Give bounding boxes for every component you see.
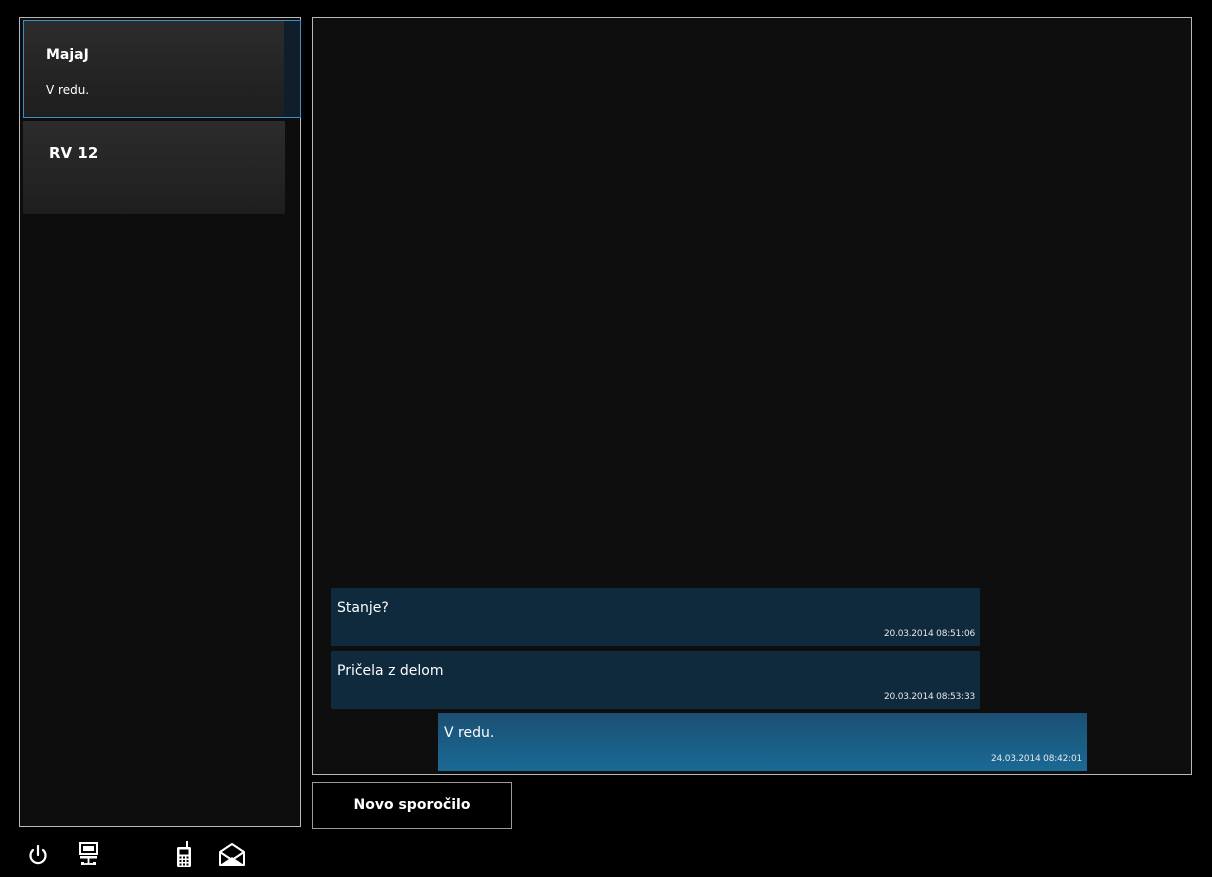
message-bubble-outgoing: V redu. 24.03.2014 08:42:01 bbox=[438, 713, 1087, 771]
message-text: Stanje? bbox=[337, 600, 389, 616]
conversation-item-background bbox=[24, 21, 286, 117]
message-timestamp: 20.03.2014 08:51:06 bbox=[883, 629, 975, 639]
conversation-name: RV 12 bbox=[49, 144, 99, 162]
conversation-item-rv12[interactable]: RV 12 bbox=[23, 121, 301, 214]
message-timestamp: 24.03.2014 08:42:01 bbox=[990, 754, 1082, 764]
power-icon[interactable] bbox=[25, 840, 51, 868]
conversation-name: MajaJ bbox=[46, 47, 89, 63]
conversation-list: MajaJ V redu. RV 12 bbox=[19, 17, 301, 827]
message-bubble: Stanje? 20.03.2014 08:51:06 bbox=[331, 588, 980, 646]
radio-device-icon[interactable] bbox=[172, 840, 198, 868]
conversation-item-majaj[interactable]: MajaJ V redu. bbox=[23, 20, 301, 118]
network-icon[interactable] bbox=[76, 840, 102, 868]
mail-icon[interactable] bbox=[217, 840, 247, 868]
message-thread[interactable]: Stanje? 20.03.2014 08:51:06 Pričela z de… bbox=[312, 17, 1192, 775]
message-text: V redu. bbox=[444, 725, 495, 741]
message-text: Pričela z delom bbox=[337, 663, 444, 679]
message-bubble: Pričela z delom 20.03.2014 08:53:33 bbox=[331, 651, 980, 709]
conversation-scroll-strip bbox=[284, 21, 300, 117]
app-window: MajaJ V redu. RV 12 Stanje? 20.03.2014 0… bbox=[0, 0, 1212, 877]
conversation-item-background bbox=[23, 121, 285, 214]
conversation-preview: V redu. bbox=[46, 83, 90, 97]
new-message-button[interactable]: Novo sporočilo bbox=[312, 782, 512, 829]
message-timestamp: 20.03.2014 08:53:33 bbox=[883, 692, 975, 702]
